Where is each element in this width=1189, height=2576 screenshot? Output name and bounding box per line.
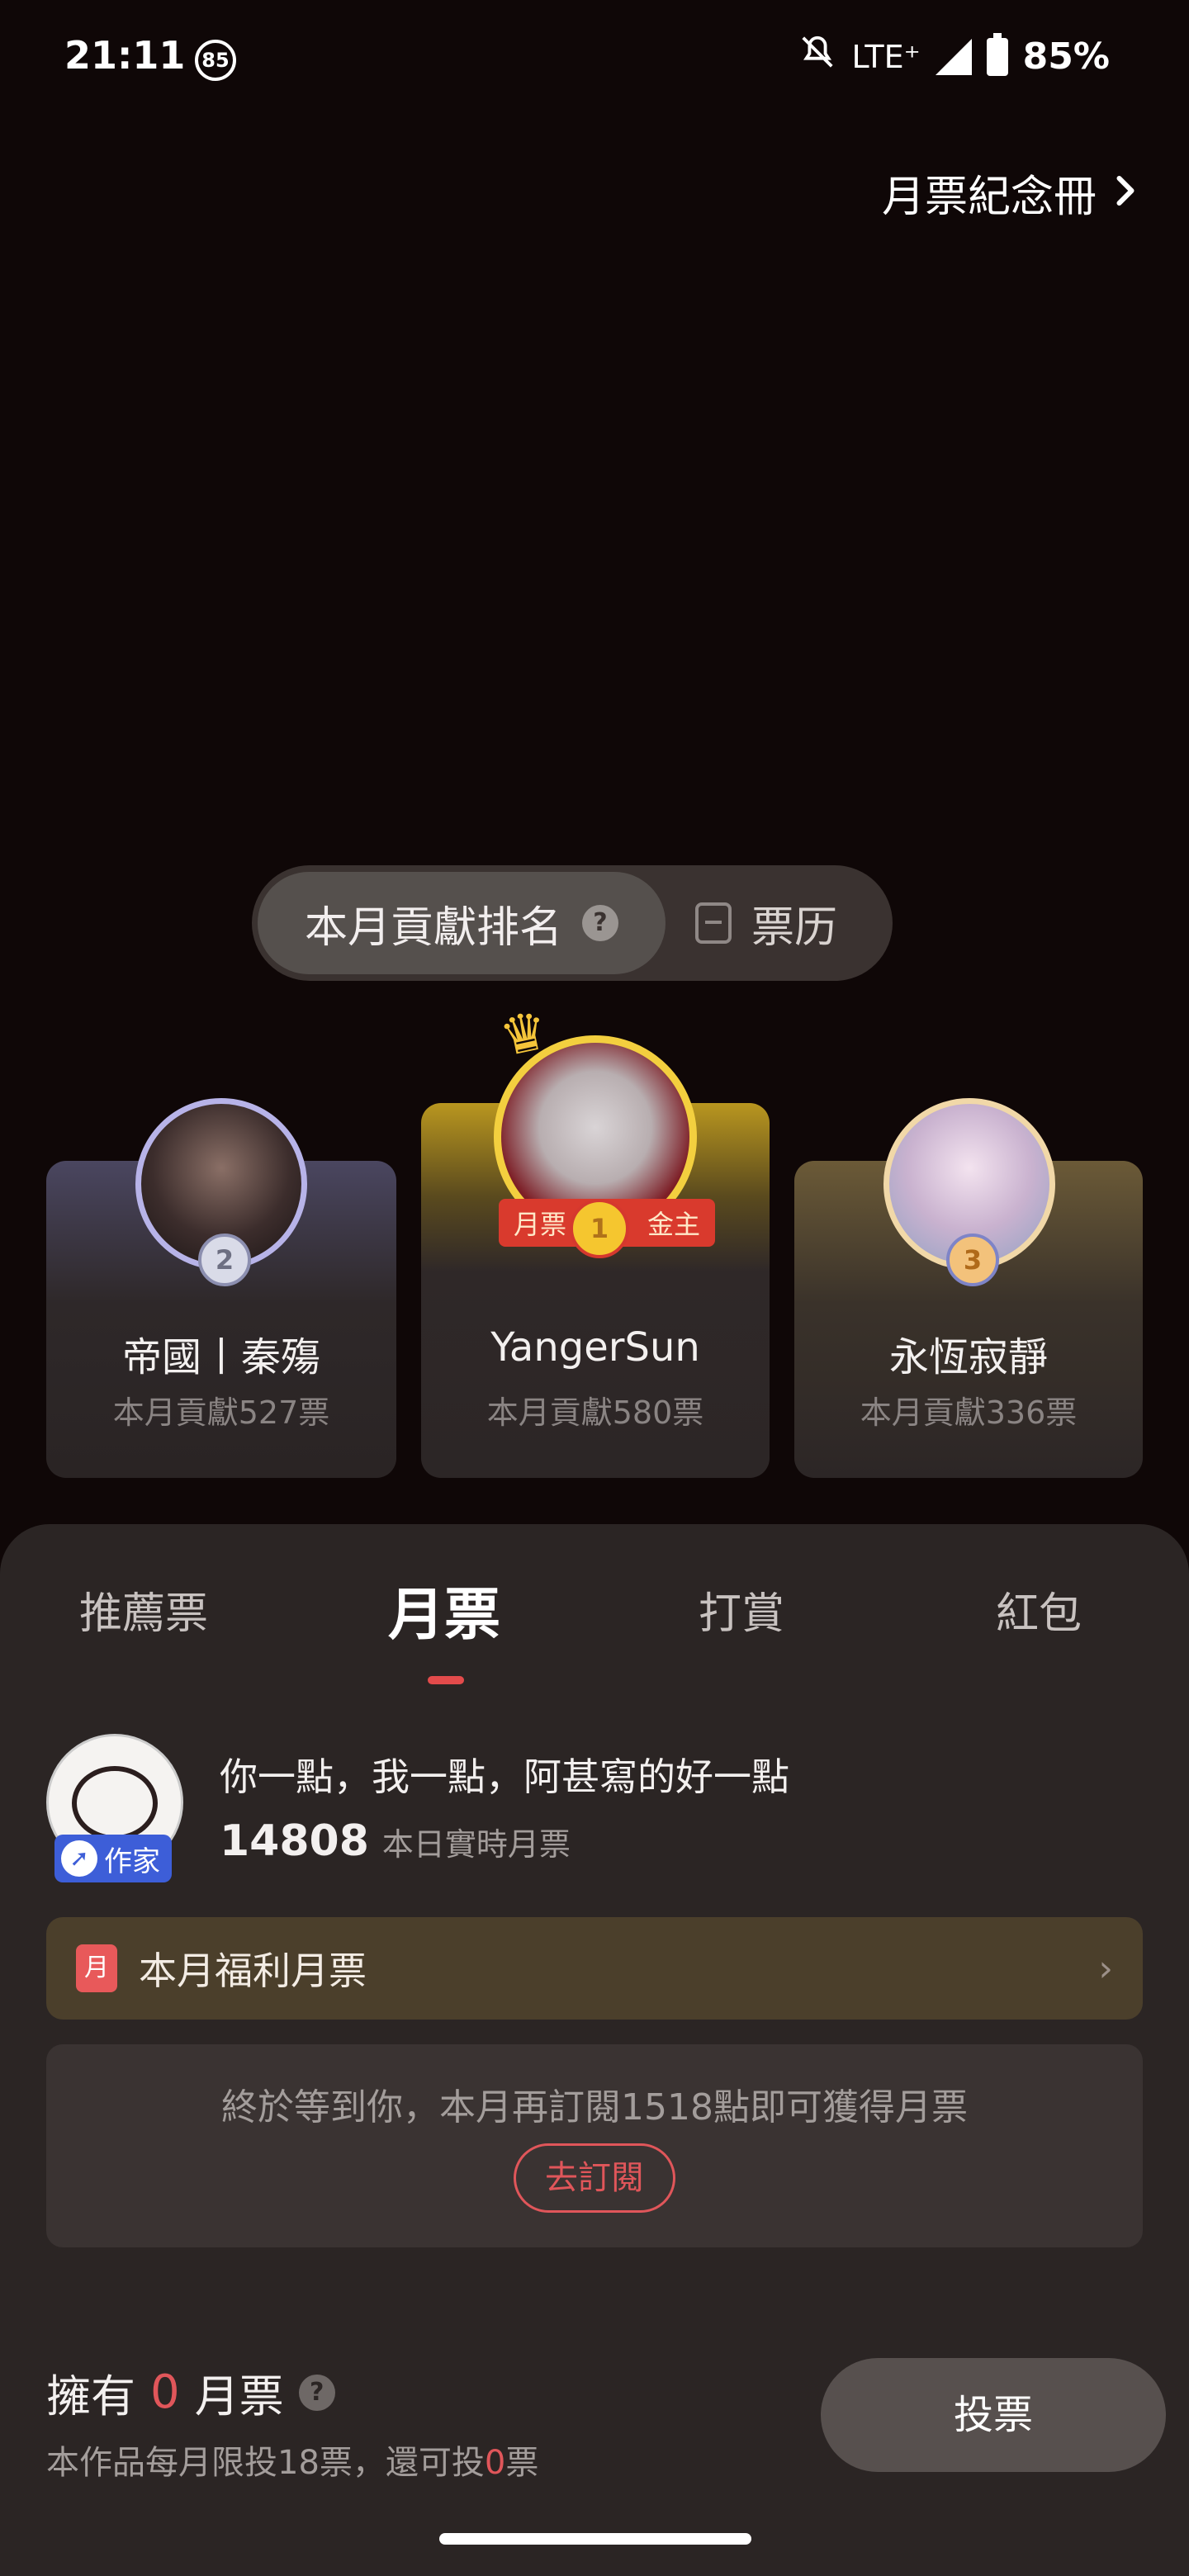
active-tab-indicator <box>428 1676 464 1684</box>
tab-label: 票历 <box>751 902 838 953</box>
tab-monthly-contribution[interactable]: 本月貢獻排名 ? <box>258 872 666 974</box>
rank-3-contribution: 本月貢獻336票 <box>860 1395 1078 1431</box>
subscribe-button[interactable]: 去訂閱 <box>514 2143 675 2213</box>
rank-2-contribution: 本月貢獻527票 <box>112 1395 330 1431</box>
realtime-votes: 14808 本日實時月票 <box>220 1816 571 1866</box>
rank-1-contribution: 本月貢獻580票 <box>486 1395 704 1431</box>
author-slogan: 你一點，我一點，阿甚寫的好一點 <box>220 1754 789 1799</box>
battery-icon <box>986 32 1008 76</box>
rank-2-name: 帝國丨秦殤 <box>121 1334 320 1380</box>
medal-rank-1: 1 <box>570 1199 629 1258</box>
tab-red-packet[interactable]: 紅包 <box>996 1579 1082 1641</box>
album-link[interactable]: 月票紀念冊 <box>882 162 1138 224</box>
owned-suffix: 月票 <box>194 2370 284 2422</box>
ticket-icon: 月 <box>76 1944 117 1992</box>
realtime-count: 14808 <box>220 1816 369 1866</box>
tab-label: 本月貢獻排名 <box>304 902 562 953</box>
help-icon[interactable]: ? <box>582 905 618 941</box>
status-bar: 21:11 85 LTE⁺ 85% <box>0 0 1189 116</box>
limit-suffix: 票 <box>505 2444 539 2482</box>
home-indicator[interactable] <box>439 2533 751 2545</box>
medal-rank-3: 3 <box>946 1234 999 1286</box>
status-time: 21:11 <box>64 33 186 78</box>
calendar-icon <box>695 902 732 944</box>
tab-vote-history[interactable]: 票历 <box>695 872 837 974</box>
rank-1-name: YangerSun <box>490 1324 700 1371</box>
owned-votes: 擁有 0 月票 ? <box>46 2360 335 2425</box>
author-badge-label: 作家 <box>104 1844 160 1878</box>
welfare-label: 本月福利月票 <box>139 1949 367 1993</box>
medal-rank-2: 2 <box>198 1234 251 1286</box>
subscribe-message: 終於等到你，本月再訂閱1518點即可獲得月票 <box>221 2086 968 2129</box>
realtime-label: 本日實時月票 <box>381 1826 571 1863</box>
compass-icon: ➚ <box>61 1840 97 1877</box>
ribbon-left-label: 月票 <box>514 1209 567 1240</box>
author-badge: ➚ 作家 <box>54 1835 172 1882</box>
rank-3-name: 永恆寂靜 <box>888 1334 1048 1380</box>
vote-limit: 本作品每月限投18票，還可投0票 <box>46 2436 538 2484</box>
owned-count: 0 <box>150 2365 180 2419</box>
chevron-right-icon: › <box>1098 1947 1113 1990</box>
welfare-votes-row[interactable]: 月 本月福利月票 › <box>46 1917 1143 2020</box>
ribbon-right-label: 金主 <box>647 1209 700 1240</box>
bell-off-icon <box>798 33 836 80</box>
network-label: LTE⁺ <box>851 38 921 75</box>
chevron-right-icon <box>1113 168 1138 218</box>
notification-count-badge: 85 <box>195 40 236 81</box>
limit-prefix: 本作品每月限投18票，還可投 <box>46 2444 485 2482</box>
help-icon[interactable]: ? <box>298 2374 335 2411</box>
tab-tips[interactable]: 打賞 <box>699 1579 784 1641</box>
vote-button[interactable]: 投票 <box>821 2358 1166 2472</box>
status-right: LTE⁺ 85% <box>798 32 1110 80</box>
owned-prefix: 擁有 <box>46 2370 135 2422</box>
signal-icon <box>935 38 972 75</box>
tab-monthly-votes[interactable]: 月票 <box>388 1569 500 1650</box>
battery-percent: 85% <box>1022 36 1110 78</box>
album-link-label: 月票紀念冊 <box>881 173 1097 222</box>
limit-remaining: 0 <box>484 2444 506 2482</box>
tab-recommend-votes[interactable]: 推薦票 <box>79 1579 208 1641</box>
